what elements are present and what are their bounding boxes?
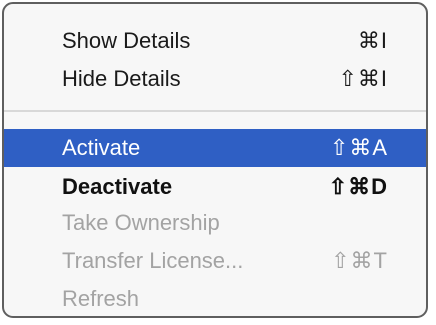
menu-item-activate[interactable]: Activate ⇧⌘A: [4, 129, 426, 167]
menu-item-shortcut: ⇧⌘D: [328, 174, 388, 199]
menu-item-label: Activate: [62, 135, 141, 160]
menu-item-shortcut: ⇧⌘T: [331, 248, 388, 273]
menu-item-label: Hide Details: [62, 66, 181, 91]
menu-item-label: Transfer License...: [62, 248, 244, 273]
menu-item-refresh: Refresh: [4, 280, 426, 316]
menu-separator: [4, 110, 426, 112]
menu-item-shortcut: ⇧⌘I: [338, 66, 388, 91]
menu-item-label: Take Ownership: [62, 210, 220, 235]
menu-item-take-ownership: Take Ownership: [4, 204, 426, 242]
menu-item-label: Deactivate: [62, 174, 173, 199]
menu-item-label: Refresh: [62, 286, 140, 311]
menu-item-transfer-license: Transfer License... ⇧⌘T: [4, 242, 426, 280]
menu-item-show-details[interactable]: Show Details ⌘I: [4, 22, 426, 60]
menu-item-label: Show Details: [62, 28, 191, 53]
menu-item-deactivate[interactable]: Deactivate ⇧⌘D: [4, 168, 426, 206]
context-menu: Show Details ⌘I Hide Details ⇧⌘I Activat…: [2, 2, 428, 318]
menu-item-shortcut: ⇧⌘A: [329, 135, 388, 160]
menu-item-shortcut: ⌘I: [357, 28, 388, 53]
menu-item-hide-details[interactable]: Hide Details ⇧⌘I: [4, 60, 426, 98]
